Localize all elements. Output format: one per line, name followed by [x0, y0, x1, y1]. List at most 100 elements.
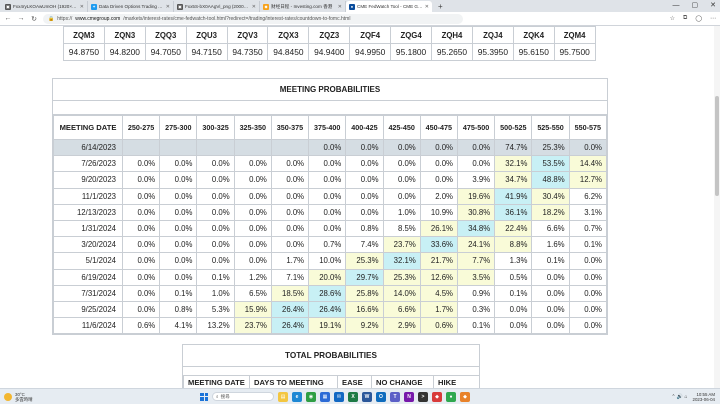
probability-cell: 0.0%: [270, 171, 310, 189]
table-row: 12/13/2023 0.0% 0.0% 0.0% 0.0% 0.0% 0.0% 0.0% 1.…: [53, 203, 608, 221]
futures-contract-header: ZQK4: [512, 26, 555, 44]
tab-close-icon[interactable]: ✕: [425, 4, 429, 10]
tab-close-icon[interactable]: ✕: [80, 4, 84, 10]
probability-cell: 0.0%: [121, 268, 161, 286]
edge-icon[interactable]: e: [292, 391, 302, 402]
probability-cell: 6.5%: [233, 284, 272, 302]
app-red-icon[interactable]: ◆: [432, 391, 442, 402]
app-orange-icon[interactable]: ◆: [460, 391, 470, 402]
scrollbar-thumb[interactable]: [715, 96, 719, 196]
probability-cell: 0.0%: [270, 236, 310, 254]
total-probabilities-column-header: EASE: [337, 375, 371, 388]
tab-close-icon[interactable]: ✕: [166, 4, 170, 10]
probability-cell: 30.8%: [456, 203, 496, 221]
tab-close-icon[interactable]: ✕: [338, 4, 342, 10]
clock-time: 10:55 AM: [696, 391, 715, 397]
probability-cell: 6.6%: [382, 300, 421, 319]
meeting-date-cell: 7/31/2024: [53, 284, 123, 302]
probability-cell: 0.0%: [494, 317, 533, 335]
table-row: 9/25/2024 0.0% 0.8% 5.3% 15.9% 26.4% 26.4% 16.6…: [53, 300, 608, 319]
probability-cell: 0.0%: [568, 252, 608, 270]
onenote-icon[interactable]: N: [404, 391, 414, 402]
url-field[interactable]: 🔒 https://www.cmegroup.com/markets/inter…: [43, 13, 463, 24]
terminal-icon[interactable]: >: [418, 391, 428, 402]
chrome-icon[interactable]: ◉: [306, 391, 316, 402]
probability-cell: 0.0%: [121, 284, 161, 302]
futures-contract-header: ZQM3: [63, 26, 105, 44]
probability-cell: 1.7%: [419, 300, 458, 319]
app-green-icon[interactable]: ●: [446, 391, 456, 402]
forward-arrow-icon[interactable]: →: [17, 15, 25, 22]
probability-cell: 3.5%: [456, 268, 496, 286]
page-content: ZQM3 ZQN3 ZQQ3 ZQU3 ZQV3 ZQX3 ZQZ3 ZQF4 ZQG4 ZQH4…: [0, 26, 720, 388]
reload-icon[interactable]: ↻: [30, 15, 38, 23]
meeting-date-cell: 7/26/2023: [53, 155, 123, 173]
maximize-icon[interactable]: ▢: [692, 0, 699, 11]
teams-icon[interactable]: T: [390, 391, 400, 402]
probability-cell: 0.1%: [568, 236, 608, 254]
probability-cell: 36.1%: [494, 203, 533, 221]
probability-cell: 26.1%: [419, 219, 458, 238]
table-row: 7/26/2023 0.0% 0.0% 0.0% 0.0% 0.0% 0.0% 0.0% 0.0…: [53, 155, 608, 173]
clock[interactable]: 10:55 AM 2023-06-04: [693, 392, 715, 402]
probability-cell: 0.0%: [196, 203, 235, 221]
probability-cell: 26.4%: [308, 300, 347, 319]
new-tab-button[interactable]: +: [438, 1, 443, 12]
total-probabilities-title: TOTAL PROBABILITIES: [183, 345, 479, 367]
rate-range-header: 275-300: [159, 115, 198, 140]
browser-tab[interactable]: ▣ Fxx4ryLKOAwUmOH (1920×1920) ✕: [2, 1, 88, 12]
weather-widget[interactable]: 30°C 多雲時晴: [0, 392, 90, 402]
futures-price-cell: 94.8450: [267, 43, 310, 61]
probability-cell: 0.1%: [159, 284, 198, 302]
probability-cell: 0.7%: [568, 219, 608, 238]
futures-prices-table: ZQM3 ZQN3 ZQQ3 ZQU3 ZQV3 ZQX3 ZQZ3 ZQF4 ZQG4 ZQH4…: [63, 26, 596, 61]
probability-cell: 0.0%: [159, 171, 198, 189]
word-icon[interactable]: W: [362, 391, 372, 402]
taskbar-search[interactable]: ⌕ 搜尋: [212, 392, 274, 401]
tray-icons[interactable]: ⌃ 🔊 ⌂: [671, 394, 687, 400]
probability-cell: 0.0%: [196, 187, 235, 205]
tab-close-icon[interactable]: ✕: [252, 4, 256, 10]
probability-cell: 0.0%: [233, 219, 272, 238]
excel-icon[interactable]: X: [348, 391, 358, 402]
back-arrow-icon[interactable]: ←: [4, 15, 12, 22]
probability-cell: 0.0%: [121, 236, 161, 254]
probability-cell: 0.8%: [345, 219, 384, 238]
probability-cell: 10.9%: [419, 203, 458, 221]
address-toolbar: ← → ↻ 🔒 https://www.cmegroup.com/markets…: [0, 12, 720, 26]
probability-cell: 0.0%: [159, 268, 198, 286]
profile-icon[interactable]: ◯: [695, 15, 702, 22]
browser-tab[interactable]: ✦ Data Driven Options Trading Ac... ✕: [88, 1, 174, 12]
probability-cell: 0.0%: [308, 203, 347, 221]
probability-cell: 0.1%: [531, 252, 570, 270]
star-icon[interactable]: ☆: [670, 15, 675, 22]
close-window-icon[interactable]: ✕: [710, 0, 716, 11]
windows-start-icon[interactable]: [200, 392, 208, 401]
store-icon[interactable]: ▦: [320, 391, 330, 402]
file-explorer-icon[interactable]: ▤: [278, 391, 288, 402]
probability-cell: 3.1%: [568, 203, 608, 221]
meeting-date-cell: 9/20/2023: [53, 171, 123, 189]
browser-tab[interactable]: ◆ 财经日程 - Investing.com 香港 ✕: [260, 1, 346, 12]
table-row: 11/1/2023 0.0% 0.0% 0.0% 0.0% 0.0% 0.0% 0.0% 0.0…: [53, 187, 608, 205]
mail-icon[interactable]: ✉: [334, 391, 344, 402]
more-menu-icon[interactable]: ⋯: [710, 15, 716, 22]
page-scrollbar[interactable]: [714, 26, 720, 388]
rate-range-header: 450-475: [419, 115, 458, 140]
probability-cell: 74.7%: [494, 138, 533, 157]
probability-cell: 10.0%: [308, 252, 347, 270]
probability-cell: 13.2%: [196, 317, 235, 335]
minimize-icon[interactable]: —: [673, 0, 680, 11]
futures-contract-header: ZQN3: [103, 26, 146, 44]
browser-tab[interactable]: ▣Fxx5S-bX0AAgVi_png (2000×1000)✕: [174, 1, 260, 12]
probability-cell: 7.4%: [345, 236, 384, 254]
browser-tab[interactable]: ● CME FedWatch Tool - CME Group ✕: [346, 1, 432, 12]
probability-cell: 0.0%: [233, 203, 272, 221]
probability-cell: 14.4%: [568, 155, 608, 173]
tab-label: Data Driven Options Trading Ac...: [99, 4, 164, 9]
outlook-icon[interactable]: O: [376, 391, 386, 402]
probability-cell: 24.1%: [456, 236, 496, 254]
probability-cell: 16.6%: [345, 300, 384, 319]
probability-cell: 1.0%: [382, 203, 421, 221]
extensions-icon[interactable]: ⧉: [683, 15, 687, 22]
